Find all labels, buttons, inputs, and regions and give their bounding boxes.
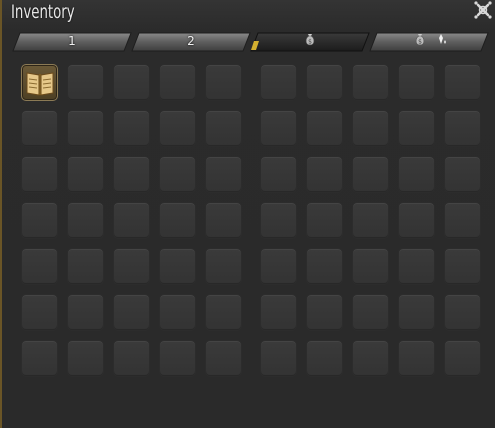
inventory-tab-bar: 1 2 $ $ xyxy=(12,32,490,54)
inventory-slot[interactable] xyxy=(444,110,481,147)
inventory-slot[interactable] xyxy=(260,294,297,331)
inventory-slot[interactable] xyxy=(260,64,297,101)
inventory-slot[interactable] xyxy=(306,294,343,331)
inventory-slot[interactable] xyxy=(352,64,389,101)
inventory-slot[interactable] xyxy=(67,202,104,239)
inventory-slot[interactable] xyxy=(159,202,196,239)
inventory-slot[interactable] xyxy=(398,110,435,147)
inventory-slot[interactable] xyxy=(113,340,150,377)
open-book-icon xyxy=(26,72,54,96)
inventory-slot[interactable] xyxy=(306,248,343,285)
money-bag-sparkle-icon: $ xyxy=(415,34,446,46)
inventory-slot[interactable] xyxy=(205,294,242,331)
inventory-slot[interactable] xyxy=(398,156,435,193)
inventory-slot[interactable] xyxy=(21,202,58,239)
inventory-slot[interactable] xyxy=(113,156,150,193)
inventory-slot[interactable] xyxy=(21,294,58,331)
inventory-slot[interactable] xyxy=(306,156,343,193)
tab-currency[interactable]: $ xyxy=(250,32,370,52)
tab-1[interactable]: 1 xyxy=(12,32,132,52)
inventory-slot[interactable] xyxy=(444,294,481,331)
inventory-slot[interactable] xyxy=(260,110,297,147)
money-bag-icon: $ xyxy=(305,34,315,46)
inventory-slot[interactable] xyxy=(67,110,104,147)
svg-text:$: $ xyxy=(418,39,422,46)
inventory-slot[interactable] xyxy=(260,202,297,239)
inventory-slot[interactable] xyxy=(260,248,297,285)
inventory-slot[interactable] xyxy=(159,340,196,377)
tab-2-label: 2 xyxy=(187,34,195,48)
close-icon[interactable] xyxy=(472,0,494,20)
inventory-slot[interactable] xyxy=(21,110,58,147)
inventory-slot[interactable] xyxy=(67,340,104,377)
inventory-slot[interactable] xyxy=(21,340,58,377)
inventory-slot[interactable] xyxy=(21,156,58,193)
inventory-slot[interactable] xyxy=(113,202,150,239)
inventory-slot[interactable] xyxy=(398,64,435,101)
inventory-slot[interactable] xyxy=(352,156,389,193)
inventory-slot[interactable] xyxy=(352,248,389,285)
inventory-slot[interactable] xyxy=(67,248,104,285)
inventory-slot[interactable] xyxy=(444,248,481,285)
inventory-slot[interactable] xyxy=(205,202,242,239)
inventory-slot[interactable] xyxy=(444,340,481,377)
inventory-slot[interactable] xyxy=(398,340,435,377)
inventory-slot[interactable] xyxy=(205,340,242,377)
inventory-slot[interactable] xyxy=(444,64,481,101)
window-title: Inventory xyxy=(11,1,75,23)
inventory-slot[interactable] xyxy=(113,294,150,331)
tab-1-label: 1 xyxy=(68,34,76,48)
inventory-slot[interactable] xyxy=(67,156,104,193)
inventory-slot-filled[interactable] xyxy=(21,64,58,101)
inventory-slot[interactable] xyxy=(159,64,196,101)
inventory-slot[interactable] xyxy=(205,156,242,193)
tab-2[interactable]: 2 xyxy=(131,32,251,52)
inventory-slot[interactable] xyxy=(205,248,242,285)
inventory-slot[interactable] xyxy=(398,202,435,239)
tab-crystals[interactable]: $ xyxy=(369,32,489,52)
inventory-slot[interactable] xyxy=(67,294,104,331)
inventory-slot[interactable] xyxy=(67,64,104,101)
inventory-slot[interactable] xyxy=(306,110,343,147)
inventory-slot[interactable] xyxy=(113,110,150,147)
inventory-slot[interactable] xyxy=(159,110,196,147)
inventory-slot[interactable] xyxy=(306,64,343,101)
inventory-slot[interactable] xyxy=(444,202,481,239)
inventory-slot[interactable] xyxy=(205,110,242,147)
inventory-slot[interactable] xyxy=(352,294,389,331)
inventory-slot[interactable] xyxy=(159,248,196,285)
inventory-slot[interactable] xyxy=(352,340,389,377)
inventory-slot[interactable] xyxy=(306,202,343,239)
inventory-slot[interactable] xyxy=(398,248,435,285)
inventory-slot[interactable] xyxy=(260,156,297,193)
inventory-slot[interactable] xyxy=(444,156,481,193)
inventory-slot[interactable] xyxy=(398,294,435,331)
inventory-slot[interactable] xyxy=(113,64,150,101)
svg-text:$: $ xyxy=(308,39,312,46)
inventory-slot[interactable] xyxy=(352,202,389,239)
inventory-slot[interactable] xyxy=(113,248,150,285)
inventory-slot[interactable] xyxy=(159,156,196,193)
inventory-slot[interactable] xyxy=(352,110,389,147)
inventory-window: Inventory 1 2 $ $ xyxy=(0,0,495,428)
inventory-slot[interactable] xyxy=(306,340,343,377)
inventory-slot[interactable] xyxy=(21,248,58,285)
inventory-slot[interactable] xyxy=(159,294,196,331)
inventory-slot[interactable] xyxy=(205,64,242,101)
inventory-slot[interactable] xyxy=(260,340,297,377)
